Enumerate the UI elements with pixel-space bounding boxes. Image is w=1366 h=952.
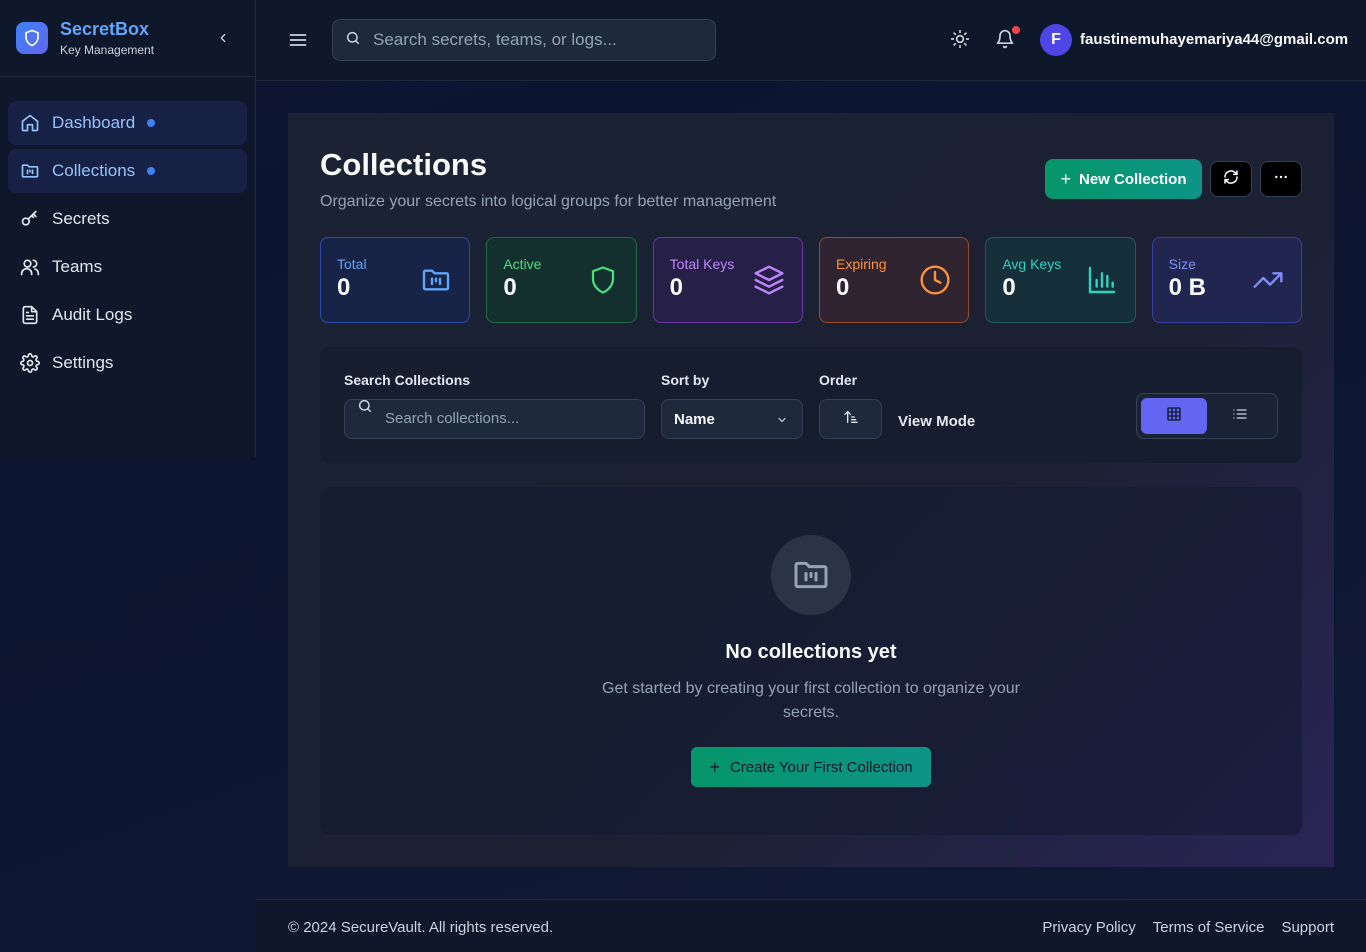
sidebar-item-label: Secrets: [52, 209, 110, 228]
sidebar-item-collections[interactable]: Collections: [8, 149, 247, 193]
new-collection-button[interactable]: + New Collection: [1045, 159, 1202, 199]
home-icon: [20, 113, 40, 133]
file-text-icon: [20, 305, 40, 325]
sidebar-item-label: Audit Logs: [52, 305, 133, 324]
stat-card-total: Total 0: [320, 237, 471, 323]
empty-state-title: No collections yet: [725, 641, 897, 663]
sidebar-item-teams[interactable]: Teams: [8, 245, 247, 289]
sort-by-label: Sort by: [661, 372, 710, 388]
sidebar-item-dashboard[interactable]: Dashboard: [8, 101, 247, 145]
stat-card-size: Size 0 B: [1151, 237, 1302, 323]
search-icon: [357, 398, 373, 419]
layers-icon: [752, 263, 786, 297]
create-first-collection-button[interactable]: + Create Your First Collection: [691, 747, 931, 787]
order-label: Order: [819, 372, 858, 388]
shield-logo-icon: [16, 22, 48, 54]
refresh-icon: [1223, 169, 1239, 190]
clock-icon: [918, 263, 952, 297]
stats-row: Total 0 Active 0 Total Keys 0 Expiring 0: [320, 237, 1302, 323]
folder-icon: [771, 535, 851, 615]
stat-card-avg-keys: Avg Keys 0: [985, 237, 1136, 323]
plus-icon: +: [709, 756, 720, 777]
global-search: [332, 19, 716, 61]
copyright: © 2024 SecureVault. All rights reserved.: [288, 919, 554, 936]
grid-icon: [1166, 406, 1182, 427]
more-options-button[interactable]: [1260, 161, 1302, 197]
sidebar-item-label: Settings: [52, 353, 114, 372]
footer-link-privacy[interactable]: Privacy Policy: [1042, 919, 1135, 936]
sidebar-item-audit-logs[interactable]: Audit Logs: [8, 293, 247, 337]
brand-subtitle: Key Management: [60, 43, 155, 57]
empty-state-description: Get started by creating your first colle…: [602, 680, 1020, 721]
search-collections-label: Search Collections: [344, 372, 471, 388]
notification-badge: [1012, 26, 1020, 34]
sidebar-item-label: Collections: [52, 161, 136, 180]
order-toggle-button[interactable]: [819, 399, 882, 439]
trending-up-icon: [1251, 263, 1285, 297]
active-indicator-dot: [147, 167, 156, 175]
global-search-input[interactable]: [373, 30, 693, 50]
sort-by-value: Name: [674, 410, 715, 428]
empty-state: No collections yet Get started by creati…: [320, 487, 1302, 835]
grid-view-button[interactable]: [1141, 398, 1207, 434]
stat-card-total-keys: Total Keys 0: [652, 237, 803, 323]
sidebar-nav: Dashboard Collections Secrets Teams Audi…: [0, 77, 255, 413]
search-icon: [345, 30, 361, 51]
footer-links: Privacy Policy Terms of Service Support: [1042, 919, 1334, 936]
active-indicator-dot: [147, 119, 156, 127]
footer: © 2024 SecureVault. All rights reserved.…: [256, 899, 1366, 952]
footer-link-support[interactable]: Support: [1281, 919, 1334, 936]
users-icon: [20, 257, 40, 277]
view-mode-toggle: [1136, 393, 1278, 439]
collection-search-input[interactable]: [385, 410, 625, 427]
plus-icon: +: [1060, 168, 1071, 189]
page-subtitle: Organize your secrets into logical group…: [320, 193, 777, 210]
gear-icon: [20, 353, 40, 373]
collapse-sidebar-chevron-left-icon[interactable]: [215, 30, 231, 46]
stat-card-active: Active 0: [486, 237, 637, 323]
folder-icon: [419, 263, 453, 297]
list-view-button[interactable]: [1207, 398, 1273, 434]
sidebar: SecretBox Key Management Dashboard Colle…: [0, 0, 256, 457]
bar-chart-icon: [1085, 263, 1119, 297]
collections-panel: Collections Organize your secrets into l…: [288, 113, 1334, 867]
sidebar-item-label: Dashboard: [52, 113, 136, 132]
refresh-button[interactable]: [1210, 161, 1252, 197]
chevron-down-icon: [776, 413, 788, 430]
more-horizontal-icon: [1273, 169, 1289, 190]
folder-icon: [20, 161, 40, 181]
new-collection-label: New Collection: [1079, 170, 1187, 188]
brand-name: SecretBox: [60, 19, 150, 39]
key-icon: [20, 209, 40, 229]
sort-ascending-icon: [843, 409, 859, 430]
collection-search: [344, 399, 645, 439]
shield-icon: [586, 263, 620, 297]
user-email[interactable]: faustinemuhayemariya44@gmail.com: [1080, 31, 1348, 48]
view-mode-label: View Mode: [898, 413, 976, 430]
menu-icon[interactable]: [288, 30, 308, 50]
stat-card-expiring: Expiring 0: [818, 237, 970, 323]
sidebar-item-label: Teams: [52, 257, 103, 276]
top-header: F faustinemuhayemariya44@gmail.com: [256, 0, 1366, 81]
sort-by-select[interactable]: Name: [661, 399, 803, 439]
sidebar-item-settings[interactable]: Settings: [8, 341, 247, 385]
create-first-collection-label: Create Your First Collection: [729, 758, 913, 776]
brand: SecretBox Key Management: [0, 0, 255, 77]
page-title: Collections: [320, 147, 488, 182]
filters-panel: Search Collections Sort by Name Order Vi…: [320, 347, 1302, 463]
footer-link-terms[interactable]: Terms of Service: [1153, 919, 1265, 936]
sidebar-item-secrets[interactable]: Secrets: [8, 197, 247, 241]
list-icon: [1232, 406, 1248, 427]
avatar[interactable]: F: [1040, 24, 1072, 56]
sun-theme-toggle-icon[interactable]: [950, 29, 972, 51]
